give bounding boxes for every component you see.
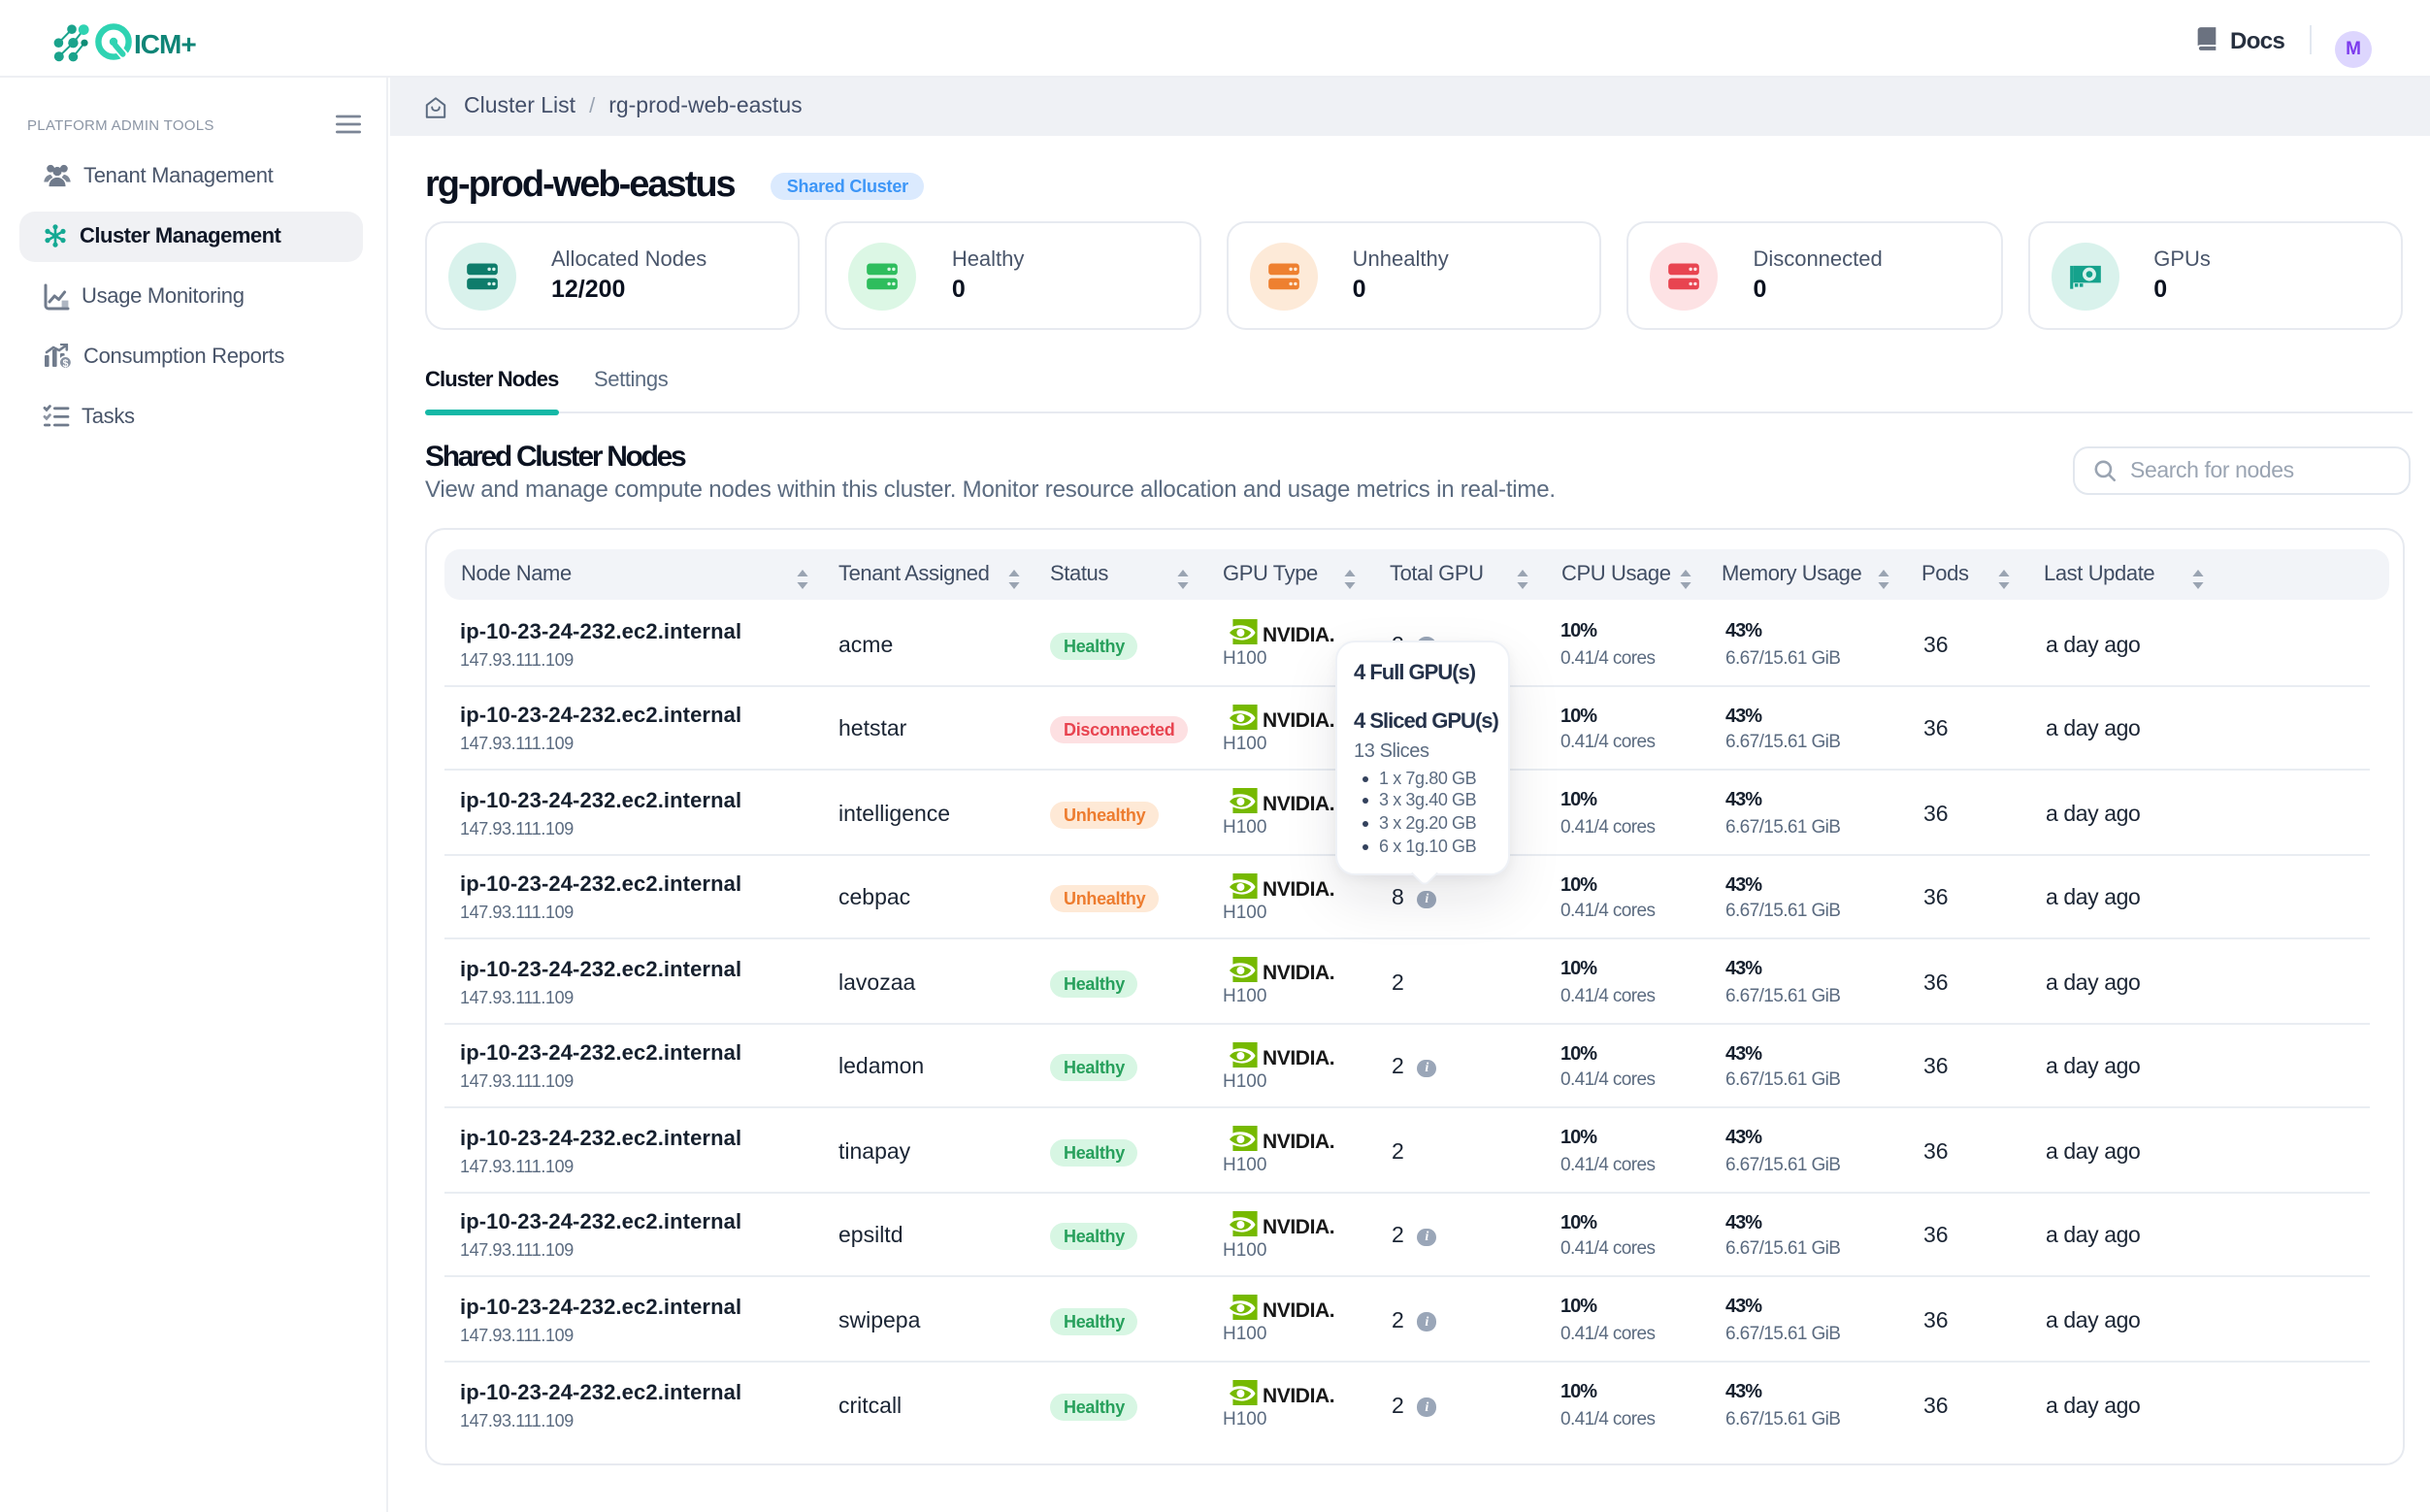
svg-text:$: $ [63,357,69,369]
svg-text:NVIDIA.: NVIDIA. [1263,793,1334,813]
svg-text:NVIDIA.: NVIDIA. [1263,877,1334,898]
svg-text:NVIDIA.: NVIDIA. [1263,708,1334,729]
svg-text:NVIDIA.: NVIDIA. [1263,1385,1334,1405]
svg-text:NVIDIA.: NVIDIA. [1263,1299,1334,1320]
svg-text:NVIDIA.: NVIDIA. [1263,962,1334,982]
svg-text:ICM+: ICM+ [134,29,196,59]
svg-text:NVIDIA.: NVIDIA. [1263,1131,1334,1151]
svg-text:NVIDIA.: NVIDIA. [1263,1046,1334,1067]
svg-text:NVIDIA.: NVIDIA. [1263,1215,1334,1235]
svg-text:NVIDIA.: NVIDIA. [1263,624,1334,644]
